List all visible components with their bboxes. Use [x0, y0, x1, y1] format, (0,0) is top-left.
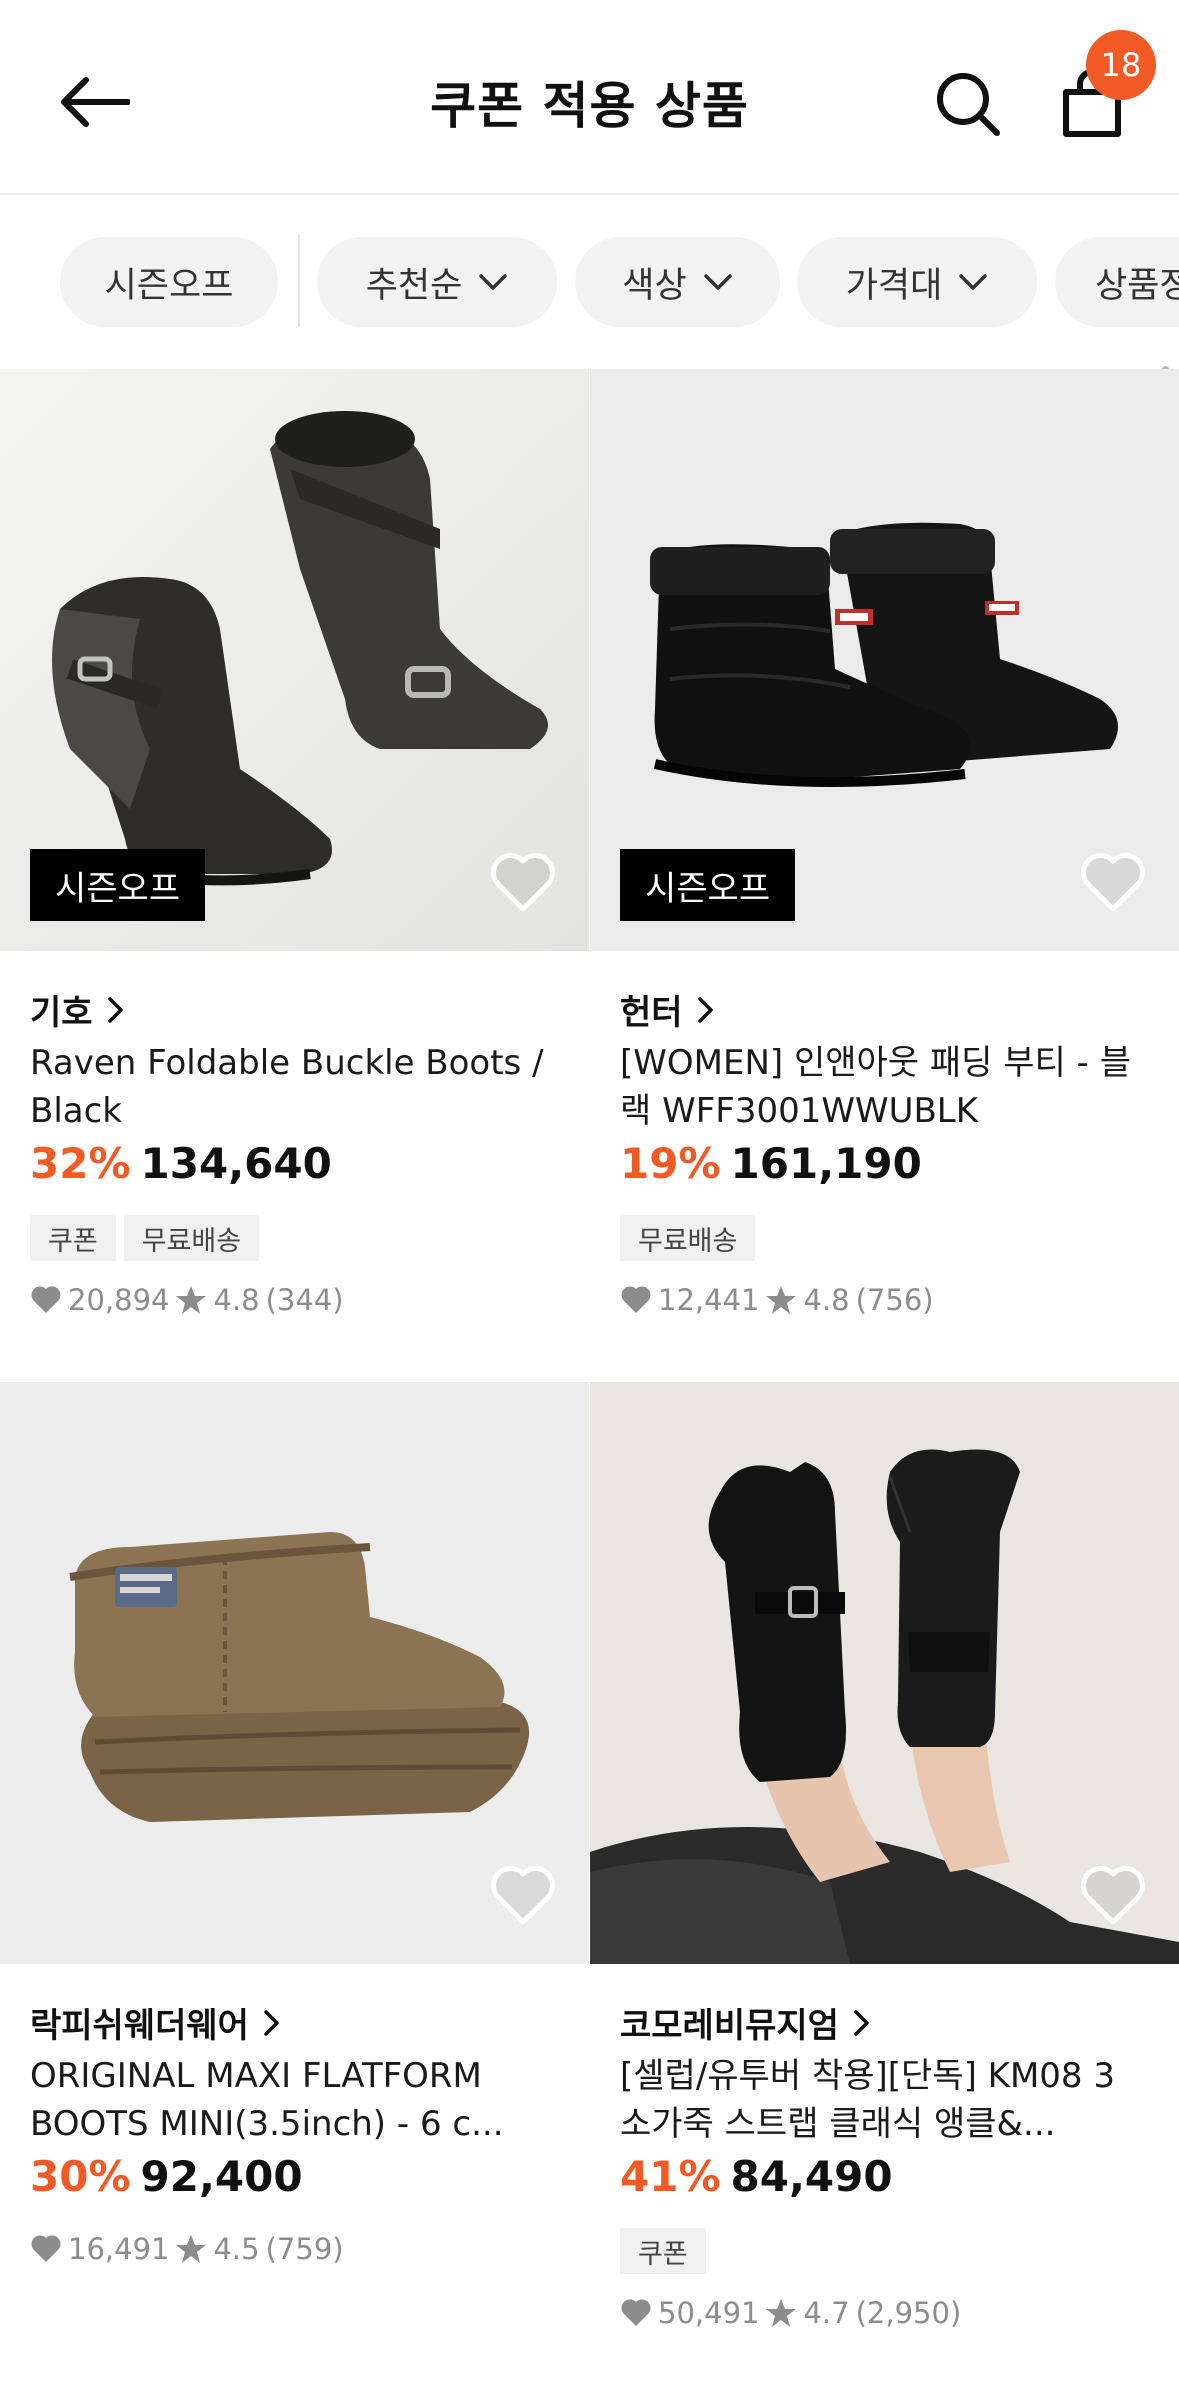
brand-label: 헌터 [620, 993, 683, 1033]
heart-icon [621, 2299, 651, 2326]
chevron-right-icon [107, 996, 123, 1023]
filter-chip-label: 추천순 [365, 265, 463, 306]
price-row: 19% 161,190 [620, 1139, 922, 1188]
chevron-down-icon [959, 274, 988, 290]
review-count: (2,950) [855, 2296, 962, 2330]
price: 161,190 [730, 1139, 922, 1188]
review-count: (759) [265, 2232, 344, 2266]
discount-rate: 30% [30, 2152, 131, 2201]
like-count: 16,491 [68, 2232, 170, 2266]
product-stats: 20,894 4.8 (344) [30, 1283, 344, 1317]
star-icon [176, 2235, 207, 2263]
filter-chip-label: 상품정 [1095, 265, 1179, 306]
star-icon [766, 2299, 797, 2327]
search-button[interactable] [928, 64, 1008, 144]
rating: 4.8 [213, 1283, 260, 1317]
brand-name[interactable]: 기호 [30, 985, 125, 1034]
review-count: (344) [265, 1283, 344, 1317]
chevron-right-icon [697, 996, 713, 1023]
product-stats: 16,491 4.5 (759) [30, 2232, 344, 2266]
filter-chip-product-info[interactable]: 상품정 [1055, 237, 1179, 327]
tag-list: 쿠폰 [620, 2228, 706, 2274]
season-off-badge: 시즌오프 [30, 849, 206, 921]
review-count: (756) [855, 1283, 934, 1317]
product-card[interactable]: 시즌오프 헌터 [WOMEN] 인앤아웃 패딩 부티 - 블랙 WFF3001W… [590, 369, 1179, 1369]
free-shipping-tag: 무료배송 [123, 1215, 260, 1261]
price: 84,490 [730, 2152, 893, 2201]
product-name[interactable]: ORIGINAL MAXI FLATFORM BOOTS MINI(3.5inc… [30, 2052, 550, 2148]
product-image[interactable]: 시즌오프 [0, 369, 589, 951]
season-off-badge: 시즌오프 [620, 849, 796, 921]
product-card[interactable]: 시즌오프 기호 Raven Foldable Buckle Boots / Bl… [0, 369, 589, 1369]
brand-label: 락피쉬웨더웨어 [30, 2006, 249, 2046]
coupon-tag: 쿠폰 [620, 2228, 706, 2274]
price-row: 32% 134,640 [30, 1139, 332, 1188]
tag-list: 무료배송 [620, 1215, 756, 1261]
brand-name[interactable]: 헌터 [620, 985, 715, 1034]
product-stats: 50,491 4.7 (2,950) [620, 2296, 961, 2330]
price: 134,640 [140, 1139, 332, 1188]
filter-chip-color[interactable]: 색상 [575, 237, 780, 327]
chevron-down-icon [479, 274, 508, 290]
top-app-bar: 쿠폰 적용 상품 18 [0, 0, 1179, 195]
price-row: 30% 92,400 [30, 2152, 303, 2201]
product-image[interactable]: 시즌오프 [590, 369, 1179, 951]
cart-count-badge: 18 [1086, 30, 1156, 100]
tag-list: 쿠폰 무료배송 [30, 1215, 260, 1261]
brand-name[interactable]: 락피쉬웨더웨어 [30, 1998, 281, 2047]
filter-chip-sort[interactable]: 추천순 [317, 237, 557, 327]
heart-icon[interactable] [490, 853, 556, 913]
product-card[interactable]: 코모레비뮤지엄 [셀럽/유투버 착용][단독] KM08 3 소가죽 스트랩 클… [590, 1382, 1179, 2392]
filter-chip-label: 색상 [622, 265, 687, 306]
filter-chip-label: 시즌오프 [104, 265, 234, 306]
brand-name[interactable]: 코모레비뮤지엄 [620, 1998, 871, 2047]
product-image[interactable] [0, 1382, 589, 1964]
filter-chip-price[interactable]: 가격대 [797, 237, 1037, 327]
heart-icon[interactable] [490, 1866, 556, 1926]
free-shipping-tag: 무료배송 [620, 1215, 756, 1261]
product-name[interactable]: [WOMEN] 인앤아웃 패딩 부티 - 블랙 WFF3001WWUBLK [620, 1039, 1140, 1135]
filter-divider [298, 235, 300, 327]
heart-icon [31, 2235, 61, 2262]
heart-icon [31, 1286, 61, 1313]
product-image[interactable] [590, 1382, 1179, 1964]
price-row: 41% 84,490 [620, 2152, 893, 2201]
discount-rate: 41% [620, 2152, 721, 2201]
chevron-right-icon [854, 2009, 869, 2036]
rating: 4.8 [803, 1283, 850, 1317]
coupon-tag: 쿠폰 [30, 1215, 116, 1261]
heart-icon[interactable] [1080, 853, 1146, 913]
discount-rate: 19% [620, 1139, 721, 1188]
filter-chip-season-off[interactable]: 시즌오프 [60, 237, 278, 327]
search-icon [937, 73, 1000, 136]
discount-rate: 32% [30, 1139, 131, 1188]
brand-label: 기호 [30, 993, 93, 1033]
chevron-right-icon [264, 2009, 279, 2036]
rating: 4.5 [213, 2232, 260, 2266]
product-stats: 12,441 4.8 (756) [620, 1283, 934, 1317]
price: 92,400 [140, 2152, 303, 2201]
brand-label: 코모레비뮤지엄 [620, 2006, 839, 2046]
like-count: 50,491 [658, 2296, 760, 2330]
heart-icon[interactable] [1080, 1866, 1146, 1926]
product-card[interactable]: 락피쉬웨더웨어 ORIGINAL MAXI FLATFORM BOOTS MIN… [0, 1382, 589, 2392]
star-icon [176, 1286, 207, 1314]
star-icon [766, 1286, 797, 1314]
product-name[interactable]: [셀럽/유투버 착용][단독] KM08 3 소가죽 스트랩 클래식 앵클&..… [620, 2052, 1140, 2148]
like-count: 12,441 [658, 1283, 760, 1317]
filter-bar: 시즌오프 추천순 색상 가격대 상품정 [0, 195, 1179, 369]
rating: 4.7 [803, 2296, 850, 2330]
chevron-down-icon [703, 274, 732, 290]
like-count: 20,894 [68, 1283, 170, 1317]
filter-chip-label: 가격대 [845, 265, 943, 306]
heart-icon [621, 1286, 651, 1313]
product-name[interactable]: Raven Foldable Buckle Boots / Black [30, 1039, 550, 1135]
